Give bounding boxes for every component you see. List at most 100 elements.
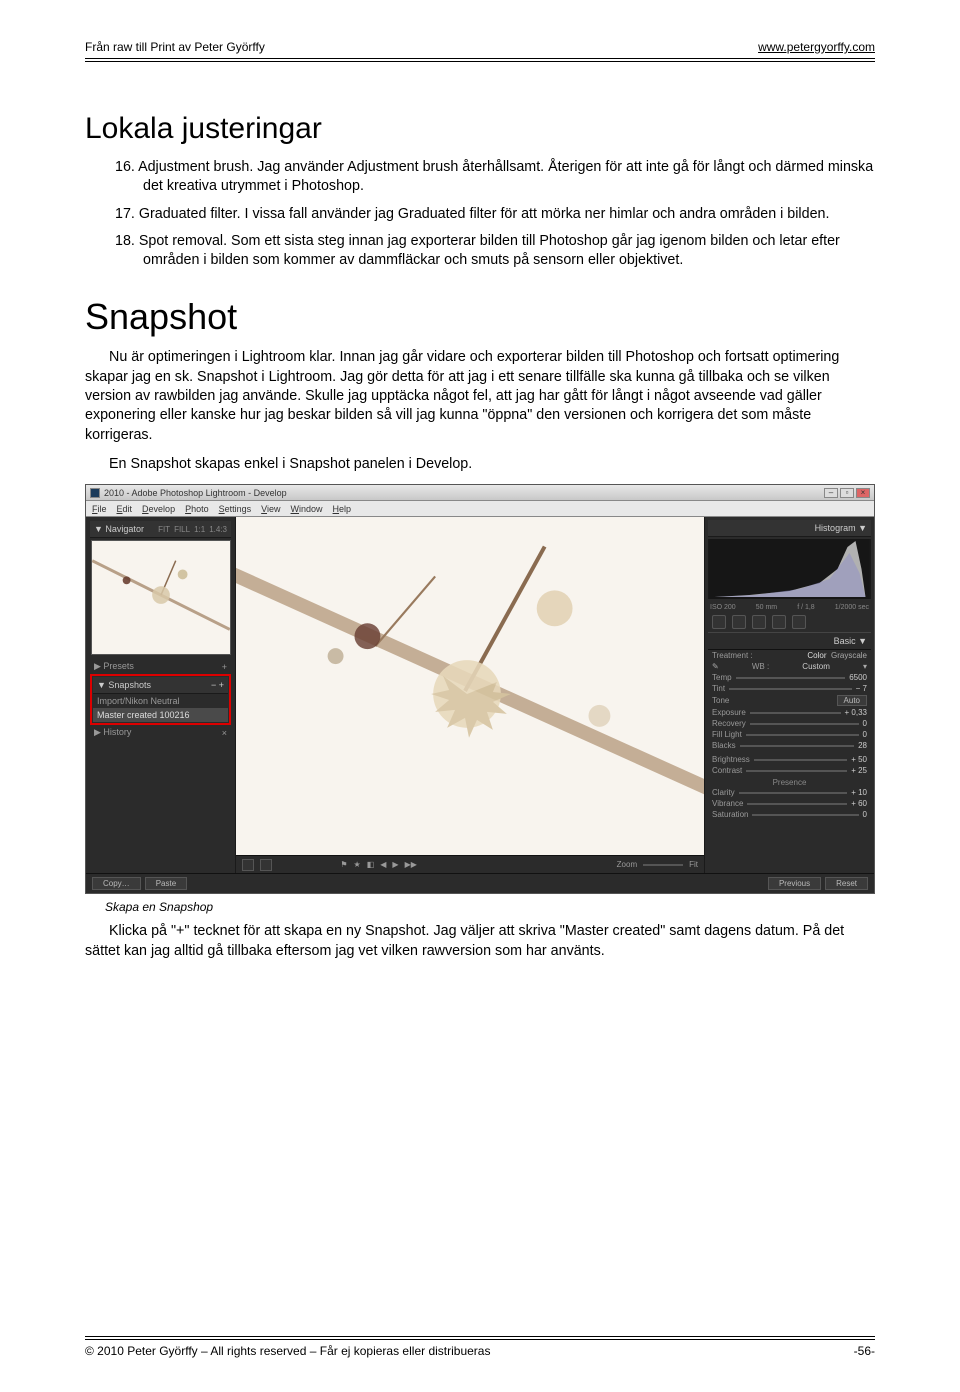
lr-left-panel: ▼ Navigator FIT FILL 1:1 1.4:3 — [86, 517, 236, 873]
menu-edit[interactable]: Edit — [117, 504, 133, 514]
maximize-icon[interactable]: ▫ — [840, 488, 854, 498]
paragraph-snapshot-1: Nu är optimeringen i Lightroom klar. Inn… — [85, 348, 875, 444]
brightness-slider[interactable]: Brightness+ 50 — [708, 754, 871, 765]
history-header[interactable]: ▶ History× — [90, 725, 231, 740]
snapshot-remove-icon[interactable]: − — [211, 680, 216, 690]
lr-titlebar: 2010 - Adobe Photoshop Lightroom - Devel… — [86, 485, 874, 501]
snapshots-header[interactable]: ▼ Snapshots − + — [93, 677, 228, 694]
lr-menubar: File Edit Develop Photo Settings View Wi… — [86, 501, 874, 517]
prev-icon[interactable]: ◀ — [380, 860, 386, 869]
snapshot-add-icon[interactable]: + — [219, 680, 224, 690]
blacks-slider[interactable]: Blacks28 — [708, 740, 871, 751]
footer-copyright: © 2010 Peter Györffy – All rights reserv… — [85, 1344, 490, 1358]
lr-title: 2010 - Adobe Photoshop Lightroom - Devel… — [104, 488, 824, 498]
lr-right-panel: Histogram ▼ ISO 200 50 mm f / 1,8 1/2000… — [704, 517, 874, 873]
wb-row[interactable]: ✎ WB : Custom ▾ — [708, 661, 871, 672]
history-clear-icon[interactable]: × — [222, 728, 227, 738]
header-rule-thin — [85, 61, 875, 62]
auto-button[interactable]: Auto — [837, 695, 867, 706]
screenshot-caption: Skapa en Snapshop — [85, 900, 875, 914]
paste-button[interactable]: Paste — [145, 877, 187, 890]
loupe-icon[interactable] — [242, 859, 254, 871]
footer-rule-thick — [85, 1339, 875, 1340]
spot-tool-icon[interactable] — [732, 615, 746, 629]
next-icon[interactable]: ▶ — [392, 860, 398, 869]
compare-icon[interactable] — [260, 859, 272, 871]
snapshot-item-1[interactable]: Import/Nikon Neutral — [93, 694, 228, 708]
list-item-18: 18. Spot removal. Som ett sista steg inn… — [115, 232, 875, 271]
nav-zoom-ratio[interactable]: 1.4:3 — [209, 525, 227, 534]
recovery-slider[interactable]: Recovery0 — [708, 718, 871, 729]
zoom-fit-label[interactable]: Fit — [689, 860, 698, 869]
zoom-label: Zoom — [617, 860, 637, 869]
tint-slider[interactable]: Tint− 7 — [708, 683, 871, 694]
center-toolbar: ⚑ ★ ◧ ◀ ▶ ▶▶ Zoom Fit — [236, 855, 704, 873]
plus-icon[interactable]: + — [222, 662, 227, 672]
saturation-slider[interactable]: Saturation0 — [708, 809, 871, 820]
list-item-16: 16. Adjustment brush. Jag använder Adjus… — [115, 158, 875, 197]
lr-center-canvas: ⚑ ★ ◧ ◀ ▶ ▶▶ Zoom Fit — [236, 517, 704, 873]
minimize-icon[interactable]: – — [824, 488, 838, 498]
navigator-header[interactable]: ▼ Navigator FIT FILL 1:1 1.4:3 — [90, 521, 231, 538]
temp-slider[interactable]: Temp6500 — [708, 672, 871, 683]
tool-strip — [708, 612, 871, 632]
header-link[interactable]: www.petergyorffy.com — [758, 40, 875, 54]
redeye-tool-icon[interactable] — [752, 615, 766, 629]
gradient-tool-icon[interactable] — [772, 615, 786, 629]
navigator-thumbnail[interactable] — [91, 540, 231, 655]
menu-photo[interactable]: Photo — [185, 504, 209, 514]
basic-header[interactable]: Basic ▼ — [708, 632, 871, 650]
footer-rule-thin — [85, 1336, 875, 1337]
heading-snapshot: Snapshot — [85, 296, 875, 338]
menu-view[interactable]: View — [261, 504, 280, 514]
close-icon[interactable]: × — [856, 488, 870, 498]
zoom-slider[interactable] — [643, 864, 683, 866]
paragraph-snapshot-3: Klicka på "+" tecknet för att skapa en n… — [85, 922, 875, 961]
presence-label: Presence — [708, 776, 871, 787]
dropdown-icon[interactable]: ▾ — [863, 662, 867, 671]
previous-button[interactable]: Previous — [768, 877, 821, 890]
contrast-slider[interactable]: Contrast+ 25 — [708, 765, 871, 776]
histogram[interactable] — [708, 539, 871, 599]
flag-icon[interactable]: ⚑ — [340, 860, 347, 869]
eyedropper-icon[interactable]: ✎ — [712, 662, 719, 671]
lr-bottom-bar: Copy… Paste Previous Reset — [86, 873, 874, 893]
clarity-slider[interactable]: Clarity+ 10 — [708, 787, 871, 798]
lightroom-window: 2010 - Adobe Photoshop Lightroom - Devel… — [85, 484, 875, 894]
header-left: Från raw till Print av Peter Györffy — [85, 40, 265, 54]
lr-app-icon — [90, 488, 100, 498]
treatment-color[interactable]: Color — [807, 651, 826, 660]
vibrance-slider[interactable]: Vibrance+ 60 — [708, 798, 871, 809]
play-icon[interactable]: ▶▶ — [405, 860, 417, 869]
crop-tool-icon[interactable] — [712, 615, 726, 629]
heading-lokala-justeringar: Lokala justeringar — [85, 112, 875, 146]
list-item-17: 17. Graduated filter. I vissa fall använ… — [115, 205, 875, 224]
menu-develop[interactable]: Develop — [142, 504, 175, 514]
exposure-slider[interactable]: Exposure+ 0,33 — [708, 707, 871, 718]
snapshot-item-2[interactable]: Master created 100216 — [93, 708, 228, 722]
label-icon[interactable]: ◧ — [367, 860, 375, 869]
brush-tool-icon[interactable] — [792, 615, 806, 629]
menu-help[interactable]: Help — [333, 504, 352, 514]
treatment-row: Treatment : Color Grayscale — [708, 650, 871, 661]
tone-row: ToneAuto — [708, 694, 871, 707]
treatment-grayscale[interactable]: Grayscale — [831, 651, 867, 660]
nav-zoom-11[interactable]: 1:1 — [194, 525, 205, 534]
snapshots-panel-highlight: ▼ Snapshots − + Import/Nikon Neutral Mas… — [90, 674, 231, 725]
image-canvas[interactable] — [236, 517, 704, 855]
rating-icon[interactable]: ★ — [354, 860, 361, 869]
copy-button[interactable]: Copy… — [92, 877, 141, 890]
nav-zoom-fit[interactable]: FIT — [158, 525, 170, 534]
filllight-slider[interactable]: Fill Light0 — [708, 729, 871, 740]
histogram-info: ISO 200 50 mm f / 1,8 1/2000 sec — [708, 603, 871, 612]
menu-settings[interactable]: Settings — [219, 504, 252, 514]
nav-zoom-fill[interactable]: FILL — [174, 525, 190, 534]
header-rule — [85, 58, 875, 59]
presets-header[interactable]: ▶ Presets+ — [90, 659, 231, 674]
menu-window[interactable]: Window — [291, 504, 323, 514]
paragraph-snapshot-2: En Snapshot skapas enkel i Snapshot pane… — [85, 455, 875, 474]
histogram-header[interactable]: Histogram ▼ — [708, 520, 871, 537]
reset-button[interactable]: Reset — [825, 877, 868, 890]
menu-file[interactable]: File — [92, 504, 107, 514]
footer-page-number: -56- — [854, 1344, 875, 1358]
